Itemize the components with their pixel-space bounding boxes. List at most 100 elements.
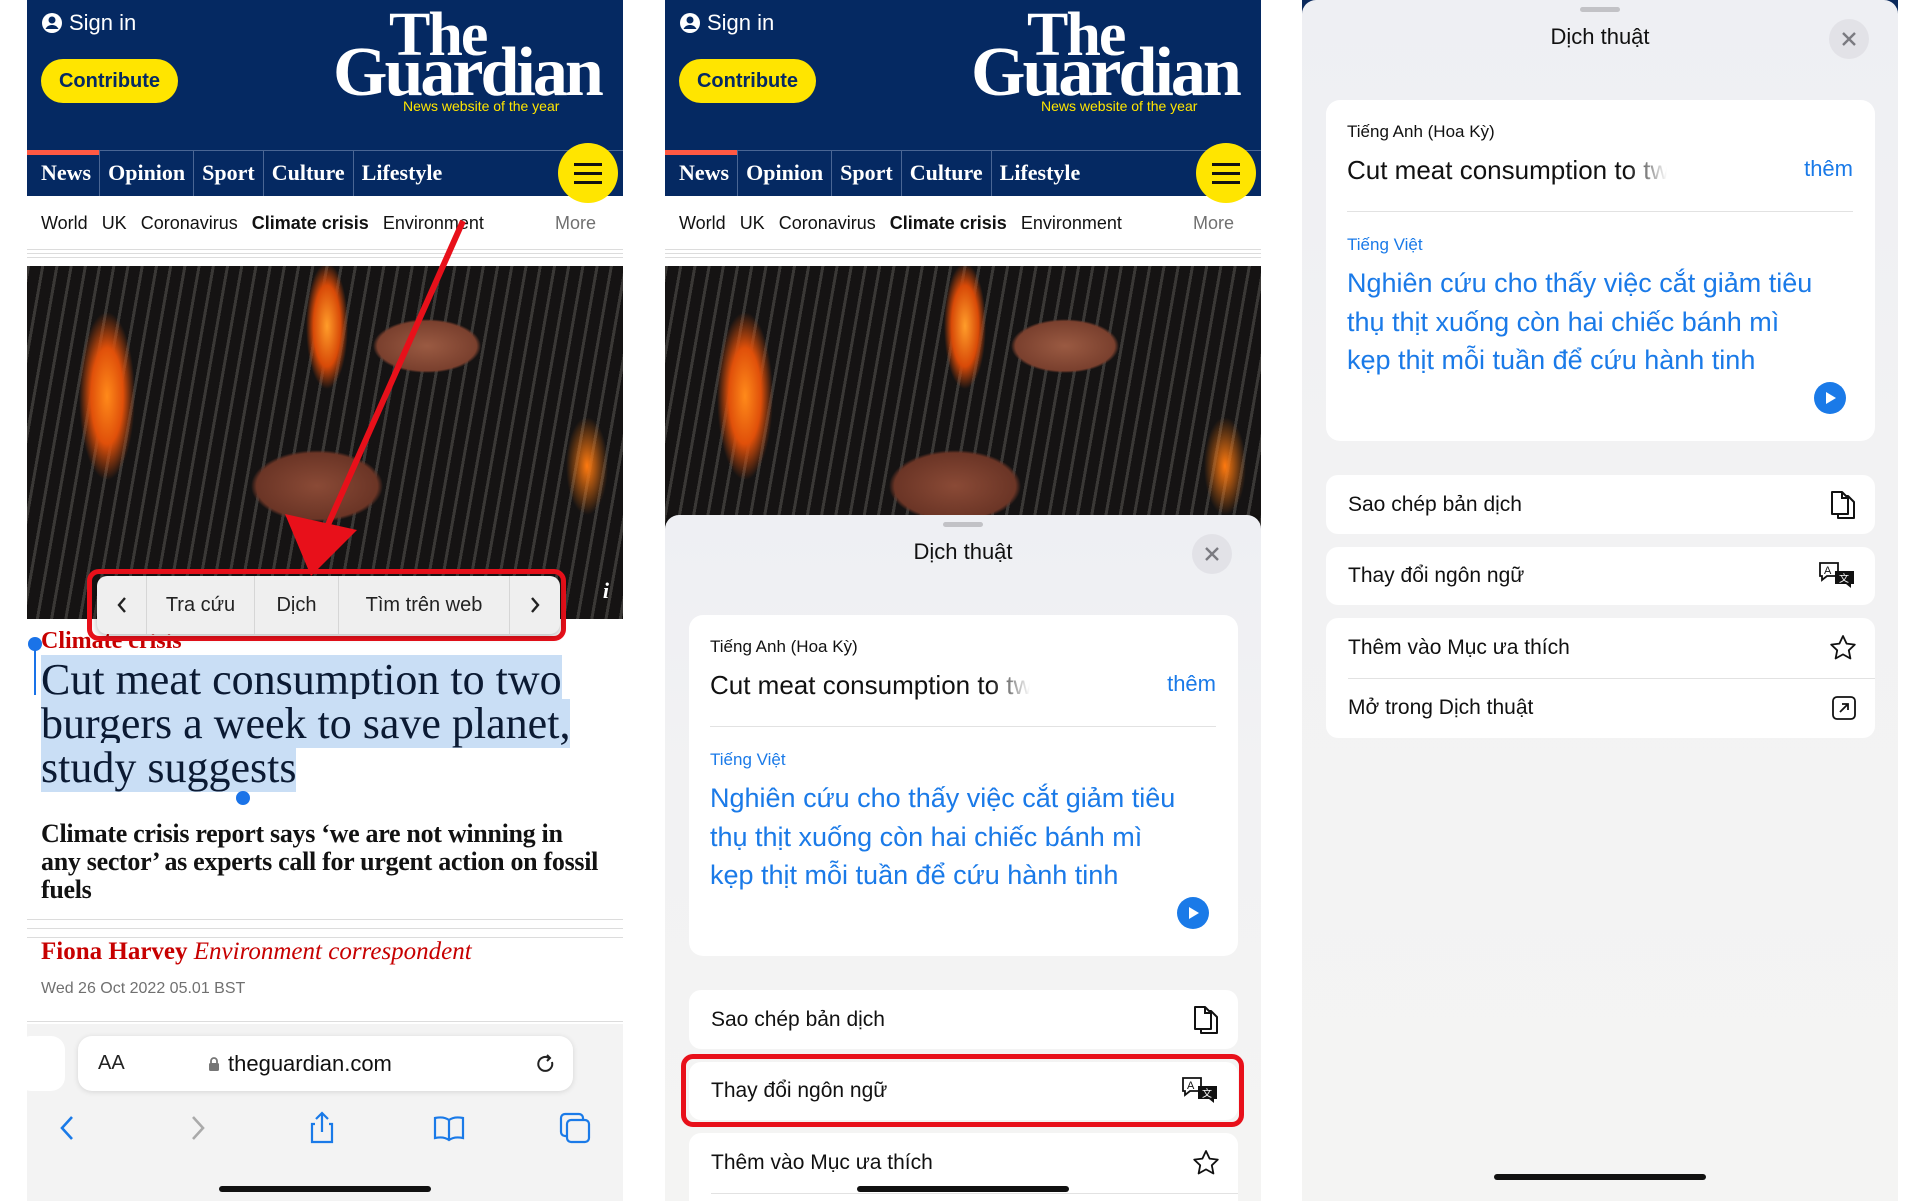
action-group: Thêm vào Mục ưa thích Mở trong Dịch thuậ… xyxy=(1326,618,1875,738)
panel-translate-sheet: Sign in Contribute The Guardian News web… xyxy=(665,0,1261,1201)
translate-sheet: Dịch thuật Tiếng Anh (Hoa Kỳ) Cut meat c… xyxy=(1302,0,1898,1201)
open-external-icon xyxy=(1832,696,1856,720)
sheet-title: Dịch thuật xyxy=(1550,24,1650,49)
lock-icon xyxy=(209,1056,219,1071)
nav-opinion[interactable]: Opinion xyxy=(738,151,833,196)
article-headline[interactable]: Cut meat consumption to two burgers a we… xyxy=(41,655,613,792)
subnav-world[interactable]: World xyxy=(679,210,726,236)
chevron-left-icon xyxy=(116,597,126,613)
divider xyxy=(665,253,1261,254)
selection-start-caret xyxy=(34,645,36,695)
close-icon xyxy=(1205,547,1219,561)
chevron-right-icon xyxy=(531,597,540,613)
nav-sport[interactable]: Sport xyxy=(832,151,902,196)
article-standfirst: Climate crisis report says ‘we are not w… xyxy=(41,819,599,904)
contribute-button[interactable]: Contribute xyxy=(679,59,816,103)
url-text[interactable]: theguardian.com xyxy=(228,1051,392,1077)
translated-text: Nghiên cứu cho thấy việc cắt giảm tiêu t… xyxy=(710,783,1176,890)
sign-in-link[interactable]: Sign in xyxy=(679,10,774,36)
close-button[interactable] xyxy=(1192,534,1232,574)
play-audio-button[interactable] xyxy=(1814,382,1846,414)
add-favorite-action[interactable]: Thêm vào Mục ưa thích xyxy=(1326,618,1875,678)
back-icon[interactable] xyxy=(50,1110,86,1146)
target-language: Tiếng Việt xyxy=(1347,235,1423,254)
subnav-uk[interactable]: UK xyxy=(740,210,765,236)
open-in-translate-action[interactable]: Mở trong Dịch thuật xyxy=(1326,678,1875,738)
copy-icon xyxy=(1831,490,1855,519)
hamburger-icon xyxy=(1212,162,1240,166)
source-language: Tiếng Anh (Hoa Kỳ) xyxy=(1347,122,1495,141)
subnav-climate-crisis[interactable]: Climate crisis xyxy=(890,210,1007,236)
menu-search-web[interactable]: Tìm trên web xyxy=(339,576,510,634)
bookmarks-icon[interactable] xyxy=(431,1110,467,1146)
source-language: Tiếng Anh (Hoa Kỳ) xyxy=(710,637,858,656)
nav-news[interactable]: News xyxy=(665,150,739,196)
user-icon xyxy=(680,13,700,33)
menu-translate[interactable]: Dịch xyxy=(255,576,339,634)
menu-look-up[interactable]: Tra cứu xyxy=(147,576,255,634)
show-more-link[interactable]: thêm xyxy=(1804,156,1853,182)
tabs-icon[interactable] xyxy=(557,1110,593,1146)
translate-icon: A文 xyxy=(1819,562,1854,588)
add-favorite-action[interactable]: Thêm vào Mục ưa thích xyxy=(689,1133,1238,1193)
close-icon xyxy=(1842,32,1856,46)
play-audio-button[interactable] xyxy=(1177,897,1209,929)
home-indicator xyxy=(857,1186,1069,1192)
change-language-action[interactable]: Thay đổi ngôn ngữ A文 xyxy=(1326,547,1875,605)
address-bar[interactable]: AA theguardian.com xyxy=(78,1036,573,1091)
panel-article-selection: Sign in Contribute The Guardian News web… xyxy=(27,0,623,1201)
main-nav: News Opinion Sport Culture Lifestyle xyxy=(665,150,1261,196)
selected-text[interactable]: Cut meat consumption to two burgers a we… xyxy=(41,655,571,792)
logo-tagline: News website of the year xyxy=(1041,98,1198,114)
author-role: Environment correspondent xyxy=(193,938,472,965)
close-button[interactable] xyxy=(1829,19,1869,59)
divider xyxy=(27,928,623,929)
divider xyxy=(665,257,1261,258)
panel-translate-expanded: Dịch thuật Tiếng Anh (Hoa Kỳ) Cut meat c… xyxy=(1302,0,1898,1201)
play-icon xyxy=(1826,392,1836,404)
star-icon xyxy=(1830,635,1856,660)
home-indicator xyxy=(1494,1174,1706,1180)
source-text: Cut meat consumption to two bur xyxy=(710,670,1030,700)
text-size-button[interactable]: AA xyxy=(98,1052,125,1075)
sheet-grabber[interactable] xyxy=(943,522,983,527)
source-text: Cut meat consumption to two bur xyxy=(1347,155,1667,185)
author-link[interactable]: Fiona Harvey xyxy=(41,938,188,965)
menu-button[interactable] xyxy=(1196,143,1256,203)
play-icon xyxy=(1189,907,1199,919)
copy-translation-action[interactable]: Sao chép bản dịch xyxy=(1326,475,1875,534)
copy-icon xyxy=(1194,1005,1218,1034)
nav-culture[interactable]: Culture xyxy=(902,151,992,196)
menu-prev-button[interactable] xyxy=(97,576,147,634)
sheet-grabber[interactable] xyxy=(1580,7,1620,12)
home-indicator xyxy=(219,1186,431,1192)
share-icon[interactable] xyxy=(304,1110,340,1146)
previous-tab-peek[interactable] xyxy=(27,1036,65,1091)
star-icon xyxy=(1193,1150,1219,1175)
menu-next-button[interactable] xyxy=(510,576,560,634)
publish-date: Wed 26 Oct 2022 05.01 BST xyxy=(41,980,246,997)
svg-text:文: 文 xyxy=(1839,572,1849,585)
byline: Fiona Harvey Environment correspondent xyxy=(41,938,472,966)
subnav-more[interactable]: More xyxy=(1193,210,1234,236)
target-language: Tiếng Việt xyxy=(710,750,786,769)
selection-end-handle[interactable] xyxy=(236,791,250,805)
divider xyxy=(711,1193,1238,1194)
subnav-coronavirus[interactable]: Coronavirus xyxy=(779,210,876,236)
svg-text:A: A xyxy=(1824,565,1832,577)
show-more-link[interactable]: thêm xyxy=(1167,671,1216,697)
sub-nav: World UK Coronavirus Climate crisis Envi… xyxy=(679,210,1122,236)
translation-card: Tiếng Anh (Hoa Kỳ) Cut meat consumption … xyxy=(1326,100,1875,441)
translated-text: Nghiên cứu cho thấy việc cắt giảm tiêu t… xyxy=(1347,268,1813,375)
divider xyxy=(27,919,623,920)
guardian-header: Sign in Contribute The Guardian News web… xyxy=(665,0,1261,150)
translation-card: Tiếng Anh (Hoa Kỳ) Cut meat consumption … xyxy=(689,615,1238,956)
sheet-title: Dịch thuật xyxy=(913,539,1013,564)
copy-translation-action[interactable]: Sao chép bản dịch xyxy=(689,990,1238,1049)
divider xyxy=(1347,211,1853,212)
reload-icon[interactable] xyxy=(535,1053,557,1075)
forward-icon[interactable] xyxy=(179,1110,215,1146)
subnav-environment[interactable]: Environment xyxy=(1021,210,1122,236)
nav-lifestyle[interactable]: Lifestyle xyxy=(992,151,1089,196)
divider xyxy=(710,726,1216,727)
